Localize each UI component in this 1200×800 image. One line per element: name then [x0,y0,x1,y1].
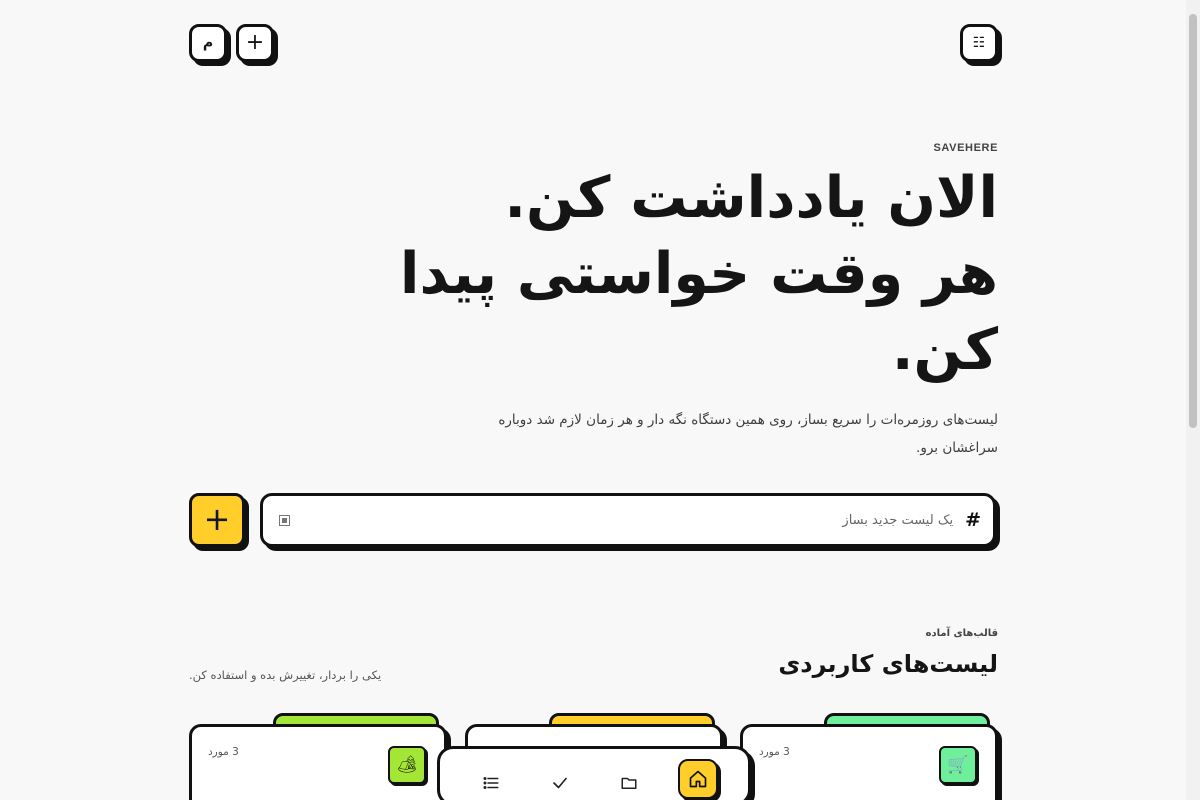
hero-subtitle: لیست‌های روزمره‌ات را سریع بساز، روی همی… [498,412,998,456]
templates-hint: یکی را بردار، تغییرش بده و استفاده کن. [189,668,382,682]
card-count: 3 مورد [208,746,239,758]
menu-button[interactable]: ☷ [960,24,998,62]
plus-icon: + [245,30,265,55]
home-icon [689,770,706,788]
templates-eyebrow: قالب‌های آماده [925,628,998,639]
nav-home[interactable] [677,759,718,799]
hero-line-2: هر وقت خواستی پیدا [399,241,999,307]
check-icon [552,777,567,789]
add-button[interactable]: + [236,24,274,62]
new-list-input[interactable] [294,512,954,528]
account-initial: م [202,35,214,51]
hero-heading: الان یادداشت کن. هر وقت خواستی پیدا کن. [378,160,999,388]
scrollbar-thumb[interactable] [1189,14,1197,428]
account-button[interactable]: م [189,24,227,62]
emoji-picker-icon[interactable] [279,514,290,526]
hash-icon: # [965,509,981,531]
folder-icon [621,777,636,789]
plus-icon: + [203,500,231,538]
hero-line-1: الان یادداشت کن. [504,165,998,231]
hero-line-3: کن. [891,317,999,383]
new-list-field[interactable]: # [260,493,996,547]
nav-lists[interactable] [471,763,511,800]
brand-label: SAVEHERE [933,142,998,154]
list-icon [483,777,498,789]
create-list-button[interactable]: + [189,493,245,547]
card-count: 3 مورد [759,746,790,758]
bottom-nav [437,746,751,800]
nav-folders[interactable] [609,763,649,800]
template-card[interactable]: 3 مورد 🛒 [740,724,998,800]
list-grid-icon: ☷ [972,35,986,51]
template-card[interactable]: 3 مورد 🏕 [189,724,447,800]
camping-icon: 🏕 [388,746,426,784]
templates-title: لیست‌های کاربردی [778,650,998,678]
cart-icon: 🛒 [939,746,977,784]
nav-done[interactable] [540,763,580,800]
